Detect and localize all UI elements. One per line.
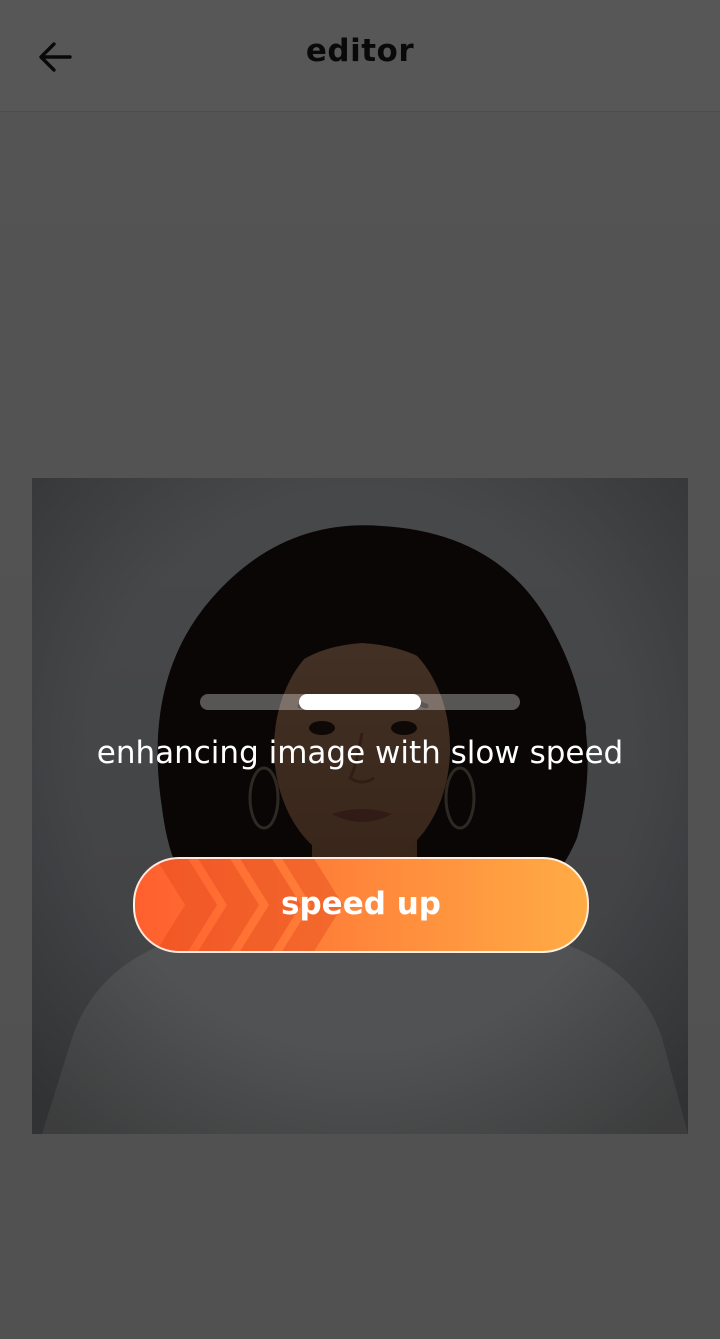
- status-text: enhancing image with slow speed: [96, 735, 624, 771]
- speed-up-label: speed up: [281, 886, 441, 922]
- progress-fill: [299, 694, 421, 710]
- progress-track: [200, 694, 520, 710]
- loading-scrim: [0, 0, 720, 1339]
- speed-up-button[interactable]: speed up: [133, 857, 589, 953]
